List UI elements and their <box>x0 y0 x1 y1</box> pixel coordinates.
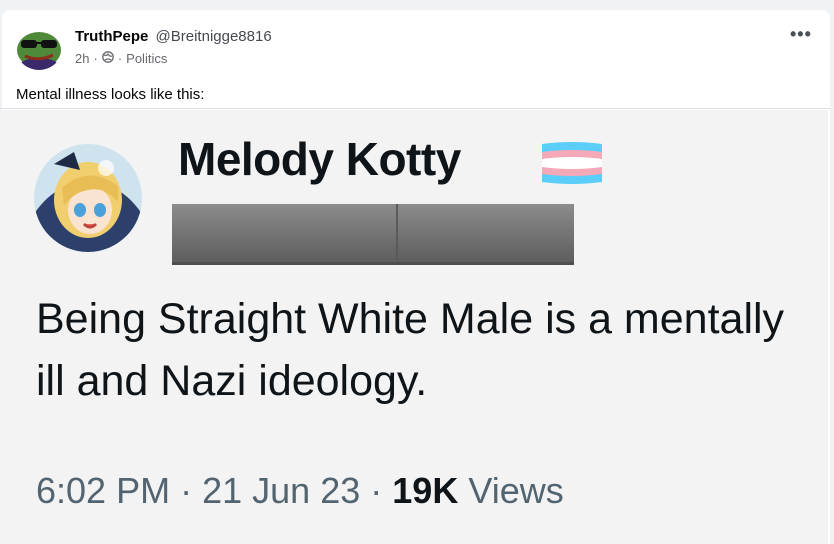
redacted-handle-bar <box>172 204 574 265</box>
tweet-views-count: 19K <box>392 470 459 511</box>
anime-girl-avatar-icon <box>34 144 142 252</box>
author-name[interactable]: TruthPepe <box>75 28 148 45</box>
meta-separator: · <box>117 51 123 66</box>
tweet-avatar <box>34 144 142 252</box>
divider <box>0 108 830 109</box>
author-handle[interactable]: @Breitnigge8816 <box>156 28 272 45</box>
post-meta: 2h · · Politics <box>75 51 167 66</box>
tweet-display-name: Melody Kotty <box>178 133 461 185</box>
author-avatar[interactable] <box>15 22 63 70</box>
tweet-meta-separator: · <box>370 470 383 511</box>
tweet-views-label: Views <box>468 470 564 511</box>
meta-separator: · <box>93 51 98 66</box>
globe-icon <box>101 51 114 66</box>
tweet-time: 6:02 PM <box>36 470 171 511</box>
tweet-meta: 6:02 PM · 21 Jun 23 · 19K Views <box>36 470 564 512</box>
post-time[interactable]: 2h <box>75 51 89 66</box>
transgender-flag-icon <box>540 140 604 186</box>
more-options-icon[interactable]: ••• <box>790 24 812 45</box>
redaction-seam <box>396 204 398 262</box>
tweet-meta-separator: · <box>180 470 193 511</box>
post-author: TruthPepe @Breitnigge8816 <box>75 28 272 45</box>
tweet-body-text: Being Straight White Male is a mentally … <box>36 295 785 405</box>
post-category[interactable]: Politics <box>126 51 167 66</box>
post-text: Mental illness looks like this: <box>16 86 205 103</box>
tweet-date: 21 Jun 23 <box>202 470 361 511</box>
pepe-avatar-icon <box>15 22 63 70</box>
